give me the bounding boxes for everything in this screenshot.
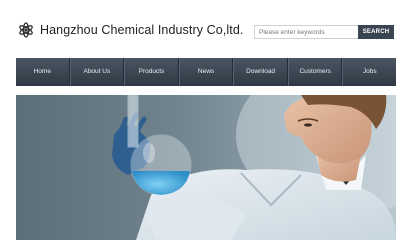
main-nav: Home About Us Products News Download Cus…	[16, 58, 396, 86]
scientist-with-flask-image	[112, 95, 396, 240]
search-bar: SEARCH	[254, 25, 394, 39]
search-button[interactable]: SEARCH	[358, 25, 394, 39]
company-name: Hangzhou Chemical Industry Co,ltd.	[40, 23, 244, 37]
search-input[interactable]	[254, 25, 358, 39]
site-header: Hangzhou Chemical Industry Co,ltd. SEARC…	[0, 0, 410, 58]
nav-item-news[interactable]: News	[178, 58, 234, 86]
hero-banner[interactable]	[16, 95, 396, 240]
nav-item-jobs[interactable]: Jobs	[342, 58, 396, 86]
nav-item-about-us[interactable]: About Us	[69, 58, 125, 86]
nav-item-home[interactable]: Home	[16, 58, 70, 86]
nav-item-products[interactable]: Products	[124, 58, 179, 86]
logo[interactable]: Hangzhou Chemical Industry Co,ltd.	[18, 22, 244, 38]
atom-logo-icon	[19, 22, 33, 38]
nav-item-customers[interactable]: Customers	[287, 58, 343, 86]
nav-item-download[interactable]: Download	[233, 58, 288, 86]
